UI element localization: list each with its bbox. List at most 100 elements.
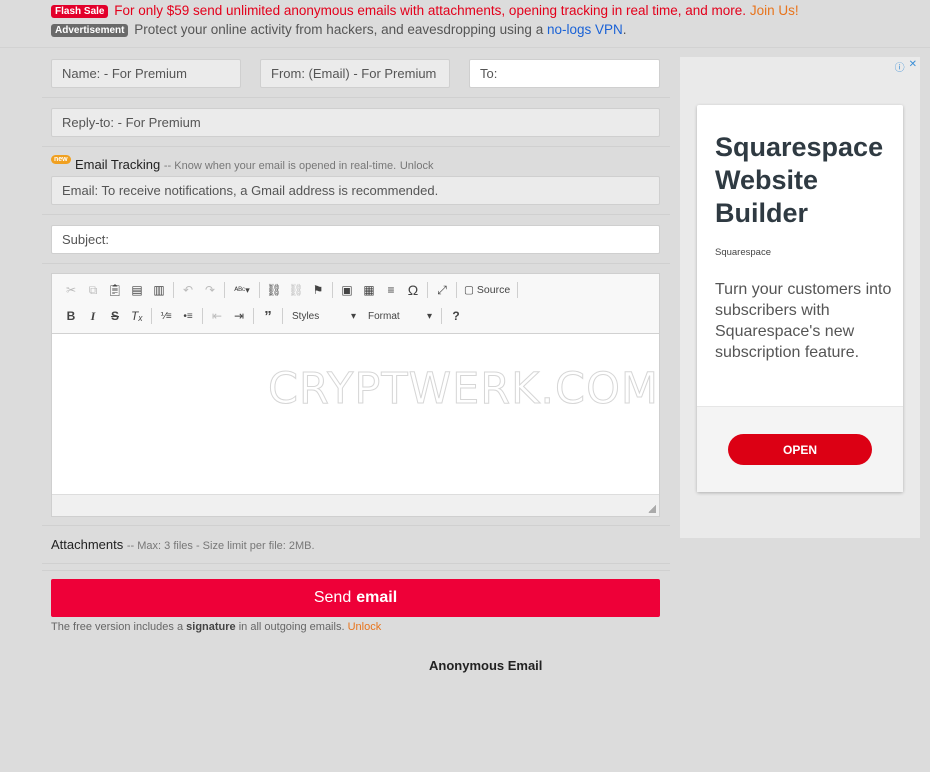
format-label: Format: [368, 310, 400, 322]
toolbar-separator: [427, 282, 428, 298]
resize-handle-icon[interactable]: [648, 505, 656, 513]
help-icon[interactable]: ?: [445, 305, 467, 327]
tracking-unlock-link[interactable]: Unlock: [400, 160, 434, 172]
ad-body: Turn your customers into subscribers wit…: [715, 281, 892, 361]
bold-icon[interactable]: B: [60, 305, 82, 327]
unlink-icon[interactable]: ⛓: [285, 279, 307, 301]
editor-content-area[interactable]: CRYPTWERK.COM: [52, 334, 659, 495]
divider: [42, 563, 670, 564]
numbered-list-icon[interactable]: ⅟≡: [155, 305, 177, 327]
advertisement-text-end: .: [622, 22, 627, 37]
tracking-email-field[interactable]: Email: To receive notifications, a Gmail…: [51, 176, 660, 205]
advertisement-text: Protect your online activity from hacker…: [134, 22, 544, 37]
from-email-field[interactable]: From: (Email) - For Premium: [260, 59, 450, 88]
toolbar-row-2: B I S Tₓ ⅟≡ •≡ ⇤ ⇥ ” Styles ▾ Format ▾ ?: [60, 305, 467, 327]
toolbar-separator: [332, 282, 333, 298]
image-icon[interactable]: ▣: [336, 279, 358, 301]
ad-brand: Squarespace: [715, 247, 771, 258]
source-icon: ▢: [464, 284, 474, 296]
divider: [42, 525, 670, 526]
new-badge: new: [51, 155, 71, 164]
top-divider: [0, 47, 930, 48]
toolbar-separator: [253, 308, 254, 324]
toolbar-separator: [517, 282, 519, 298]
toolbar-separator: [202, 308, 203, 324]
attachments-hint: -- Max: 3 files - Size limit per file: 2…: [126, 540, 315, 552]
ad-card[interactable]: Squarespace Website Builder Squarespace …: [697, 105, 903, 492]
paste-icon[interactable]: 📋︎: [104, 279, 126, 301]
editor-status-bar: [52, 494, 659, 516]
to-field[interactable]: To:: [469, 59, 660, 88]
undo-icon[interactable]: ↶: [177, 279, 199, 301]
editor-toolbar: ✂ ⧉ 📋︎ ▤ ▥ ↶ ↷ ᴬᴮᶜ▾ ⛓ ⛓ ⚑ ▣ ▦ ≡ Ω ⤢ ▢ So…: [52, 274, 659, 334]
divider: [42, 97, 670, 98]
advertisement-banner: Advertisement Protect your online activi…: [51, 22, 627, 37]
divider: [42, 146, 670, 147]
paste-word-icon[interactable]: ▥: [148, 279, 170, 301]
ad-open-button[interactable]: OPEN: [728, 434, 872, 465]
toolbar-separator: [259, 282, 260, 298]
send-email-button[interactable]: Send email: [51, 579, 660, 617]
format-dropdown[interactable]: Format ▾: [362, 306, 438, 326]
ad-frame: ⓘ ✕ Squarespace Website Builder Squaresp…: [680, 57, 920, 538]
italic-icon[interactable]: I: [82, 305, 104, 327]
table-icon[interactable]: ▦: [358, 279, 380, 301]
send-label-bold: email: [356, 589, 398, 606]
join-us-link[interactable]: Join Us!: [750, 3, 799, 18]
cut-icon[interactable]: ✂: [60, 279, 82, 301]
signature-unlock-link[interactable]: Unlock: [348, 621, 382, 633]
outdent-icon[interactable]: ⇤: [206, 305, 228, 327]
ad-title: Squarespace Website Builder: [715, 132, 884, 228]
chevron-down-icon: ▾: [426, 310, 432, 322]
divider: [42, 214, 670, 215]
source-button[interactable]: ▢ Source: [460, 284, 514, 296]
omega-icon[interactable]: Ω: [402, 279, 424, 301]
toolbar-separator: [151, 308, 152, 324]
remove-format-icon[interactable]: Tₓ: [126, 305, 148, 327]
attachments-label: Attachments: [51, 537, 124, 552]
free-note-text-after: in all outgoing emails.: [238, 621, 345, 633]
divider: [42, 570, 670, 571]
maximize-icon[interactable]: ⤢: [431, 279, 453, 301]
advertisement-badge: Advertisement: [51, 24, 129, 37]
flag-icon[interactable]: ⚑: [307, 279, 329, 301]
spellcheck-icon[interactable]: ᴬᴮᶜ▾: [228, 279, 256, 301]
free-note-text: The free version includes a: [51, 621, 184, 633]
watermark-text: CRYPTWERK.COM: [267, 364, 659, 415]
source-label: Source: [476, 284, 511, 296]
reply-to-field[interactable]: Reply-to: - For Premium: [51, 108, 660, 137]
blockquote-icon[interactable]: ”: [257, 305, 279, 327]
toolbar-separator: [441, 308, 442, 324]
ad-choices[interactable]: ⓘ ✕: [895, 59, 917, 74]
horizontal-rule-icon[interactable]: ≡: [380, 279, 402, 301]
styles-dropdown[interactable]: Styles ▾: [286, 306, 362, 326]
bulleted-list-icon[interactable]: •≡: [177, 305, 199, 327]
email-tracking-label: Email Tracking: [75, 157, 161, 172]
toolbar-separator: [173, 282, 174, 298]
strikethrough-icon[interactable]: S: [104, 305, 126, 327]
email-tracking-hint: -- Know when your email is opened in rea…: [163, 160, 397, 172]
send-label: Send: [313, 589, 352, 606]
toolbar-separator: [224, 282, 225, 298]
redo-icon[interactable]: ↷: [199, 279, 221, 301]
name-field[interactable]: Name: - For Premium: [51, 59, 241, 88]
divider: [42, 263, 670, 264]
info-icon[interactable]: ⓘ: [895, 59, 905, 74]
close-icon[interactable]: ✕: [909, 59, 917, 74]
toolbar-row-1: ✂ ⧉ 📋︎ ▤ ▥ ↶ ↷ ᴬᴮᶜ▾ ⛓ ⛓ ⚑ ▣ ▦ ≡ Ω ⤢ ▢ So…: [60, 279, 521, 301]
free-note-bold: signature: [186, 621, 236, 633]
footer-title: Anonymous Email: [429, 658, 543, 673]
email-tracking-row: Email Tracking -- Know when your email i…: [75, 157, 433, 172]
paste-text-icon[interactable]: ▤: [126, 279, 148, 301]
copy-icon[interactable]: ⧉: [82, 279, 104, 301]
flash-sale-text: For only $59 send unlimited anonymous em…: [114, 3, 747, 18]
attachments-row: Attachments -- Max: 3 files - Size limit…: [51, 537, 315, 552]
subject-field[interactable]: Subject:: [51, 225, 660, 254]
link-icon[interactable]: ⛓: [263, 279, 285, 301]
styles-label: Styles: [292, 310, 320, 322]
indent-icon[interactable]: ⇥: [228, 305, 250, 327]
chevron-down-icon: ▾: [350, 310, 356, 322]
no-logs-vpn-link[interactable]: no-logs VPN: [547, 22, 623, 37]
flash-sale-banner: Flash Sale For only $59 send unlimited a…: [51, 3, 799, 18]
ad-cta-area: OPEN: [697, 406, 903, 492]
